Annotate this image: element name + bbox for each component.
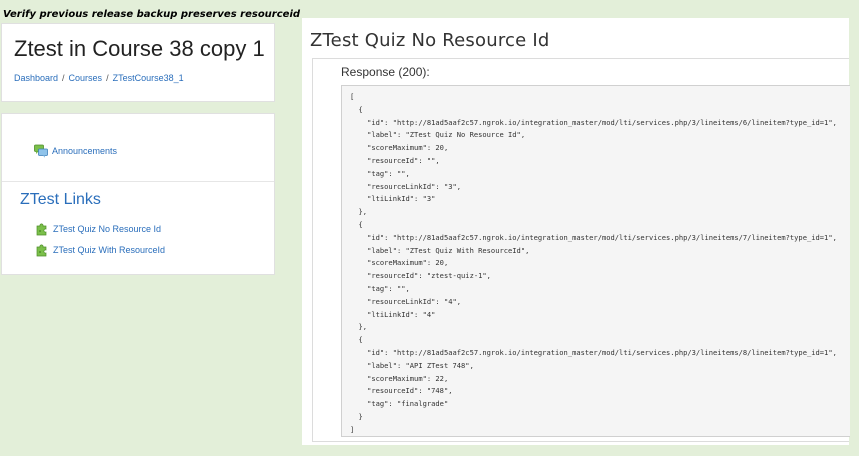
breadcrumb-dashboard[interactable]: Dashboard [14, 73, 58, 83]
screenshot-caption: Verify previous release backup preserves… [3, 9, 301, 20]
breadcrumb-course[interactable]: ZTestCourse38_1 [113, 73, 184, 83]
response-status-label: Response (200): [341, 65, 430, 79]
response-container: Response (200): [ { "id": "http://81ad5a… [312, 58, 850, 442]
puzzle-icon [35, 243, 49, 257]
announcements-label: Announcements [52, 146, 118, 156]
activity-label: ZTest Quiz No Resource Id [53, 224, 162, 234]
response-json-block[interactable]: [ { "id": "http://81ad5aaf2c57.ngrok.io/… [341, 85, 850, 437]
breadcrumb-courses[interactable]: Courses [69, 73, 103, 83]
section-title: ZTest Links [20, 191, 101, 208]
lti-tool-panel: ZTest Quiz No Resource Id Response (200)… [302, 18, 850, 445]
quiz-title: ZTest Quiz No Resource Id [310, 30, 550, 51]
course-content: Announcements ZTest Links ZTest Quiz No … [1, 113, 275, 275]
section-divider [2, 181, 274, 182]
forum-icon [34, 144, 48, 158]
breadcrumb-separator: / [106, 73, 109, 83]
activity-link-no-resource-id[interactable]: ZTest Quiz No Resource Id [35, 222, 161, 236]
announcements-link[interactable]: Announcements [34, 144, 117, 158]
breadcrumb: Dashboard / Courses / ZTestCourse38_1 [14, 73, 184, 83]
activity-label: ZTest Quiz With ResourceId [53, 245, 166, 255]
page-title: Ztest in Course 38 copy 1 [14, 36, 265, 61]
course-header: Ztest in Course 38 copy 1 Dashboard / Cour… [1, 23, 275, 102]
response-json-text: [ { "id": "http://81ad5aaf2c57.ngrok.io/… [350, 92, 837, 434]
puzzle-icon [35, 222, 49, 236]
activity-link-with-resourceid[interactable]: ZTest Quiz With ResourceId [35, 243, 165, 257]
breadcrumb-separator: / [62, 73, 65, 83]
